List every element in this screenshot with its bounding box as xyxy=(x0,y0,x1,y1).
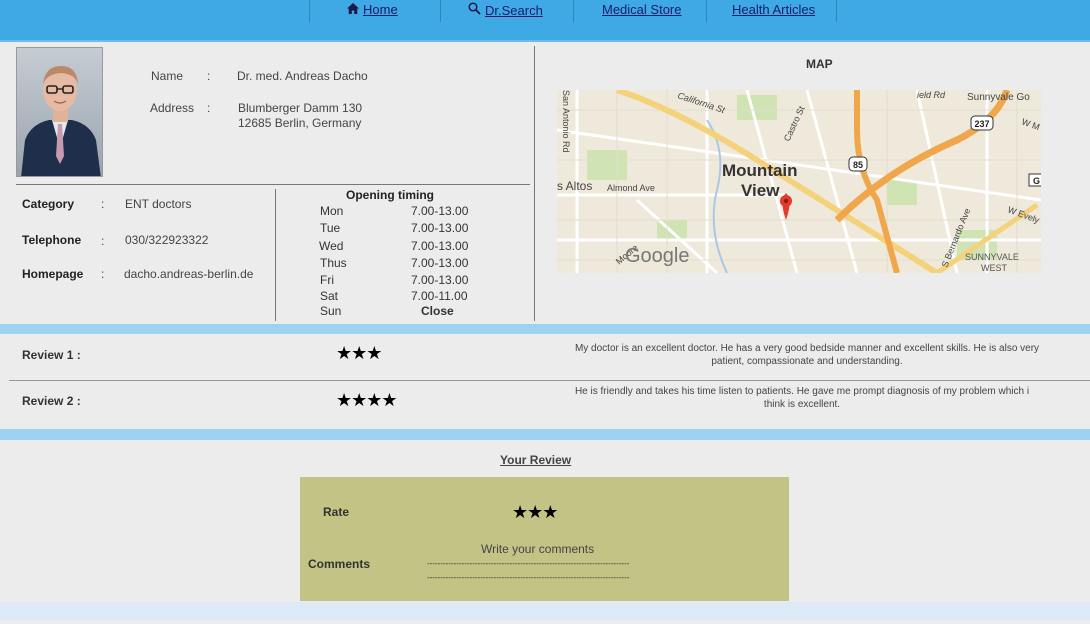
nav-medical-store-link[interactable]: Medical Store xyxy=(602,2,681,17)
timing-day: Mon xyxy=(320,204,344,218)
telephone-colon: : xyxy=(101,234,105,248)
nav-home-link[interactable]: Home xyxy=(347,2,398,17)
review-2-text-line-1: He is friendly and takes his time listen… xyxy=(574,386,1030,397)
timing-day: Sat xyxy=(320,289,339,303)
timing-hours: 7.00-13.00 xyxy=(411,221,469,235)
svg-text:ield Rd: ield Rd xyxy=(917,90,946,100)
timing-hours: 7.00-13.00 xyxy=(411,239,469,253)
svg-text:85: 85 xyxy=(853,160,863,170)
name-colon: : xyxy=(207,69,211,83)
name-label: Name xyxy=(151,69,184,83)
review-2-text: He is friendly and takes his time listen… xyxy=(537,385,1067,411)
category-colon: : xyxy=(101,197,105,211)
homepage-label: Homepage xyxy=(22,267,84,281)
home-icon xyxy=(347,2,359,17)
opening-timing-title: Opening timing xyxy=(346,188,434,202)
review-1-stars: ★★★ xyxy=(336,343,382,363)
nav-search-label: Dr.Search xyxy=(485,3,543,18)
divider xyxy=(16,184,530,185)
timing-hours: 7.00-13.00 xyxy=(411,273,469,287)
svg-text:View: View xyxy=(741,181,780,200)
review-2-stars: ★★★★ xyxy=(336,390,398,410)
svg-text:Almond Ave: Almond Ave xyxy=(607,183,655,193)
category-value: ENT doctors xyxy=(125,197,192,211)
address-line-2: 12685 Berlin, Germany xyxy=(238,116,362,130)
timing-hours: 7.00-13.00 xyxy=(411,204,469,218)
address-line-1: Blumberger Damm 130 xyxy=(238,101,363,115)
review-2-label: Review 2 : xyxy=(22,394,81,408)
review-form: Rate ★★★ Comments Write your comments --… xyxy=(300,477,789,601)
divider xyxy=(534,46,535,321)
svg-text:SUNNYVALE: SUNNYVALE xyxy=(965,252,1019,262)
svg-text:WEST: WEST xyxy=(981,263,1008,273)
timing-day: Wed xyxy=(319,239,344,253)
footer-bar xyxy=(0,602,1090,620)
review-1-text-line-2: patient, compassionate and understanding… xyxy=(711,356,903,367)
top-nav: Home Dr.Search Medical Store Health Arti… xyxy=(0,0,1090,42)
separator-bar xyxy=(0,429,1090,440)
nav-search-link[interactable]: Dr.Search xyxy=(468,2,543,18)
address-label: Address xyxy=(150,101,195,115)
comments-label: Comments xyxy=(308,557,371,571)
homepage-colon: : xyxy=(101,267,105,281)
review-1-text-line-1: My doctor is an excellent doctor. He has… xyxy=(574,343,1040,354)
divider xyxy=(275,189,276,321)
timing-day: Thus xyxy=(320,256,347,270)
rate-stars-input[interactable]: ★★★ xyxy=(512,502,558,523)
timing-hours: Close xyxy=(421,304,454,318)
svg-text:Sunnyvale Go: Sunnyvale Go xyxy=(967,92,1030,103)
nav-separator xyxy=(309,0,310,22)
telephone-label: Telephone xyxy=(22,233,82,247)
separator-bar xyxy=(0,324,1090,334)
svg-text:San Antonio Rd: San Antonio Rd xyxy=(561,90,571,153)
address-colon: : xyxy=(207,101,211,115)
rate-label: Rate xyxy=(323,505,350,519)
timing-day: Sun xyxy=(320,304,342,318)
timing-hours: 7.00-13.00 xyxy=(411,256,469,270)
review-2-text-line-2: think is excellent. xyxy=(763,399,841,410)
nav-separator xyxy=(573,0,574,22)
svg-text:s Altos: s Altos xyxy=(557,179,592,193)
nav-separator xyxy=(706,0,707,22)
homepage-value[interactable]: dacho.andreas-berlin.de xyxy=(124,267,253,281)
location-map[interactable]: 237 85 G Mountain View s Altos Almond Av… xyxy=(557,90,1041,273)
svg-text:G: G xyxy=(1033,176,1040,186)
timing-hours: 7.00-11.00 xyxy=(411,289,468,303)
search-icon xyxy=(468,2,481,18)
svg-text:237: 237 xyxy=(974,119,989,129)
timing-day: Tue xyxy=(320,221,341,235)
timing-day: Fri xyxy=(320,273,334,287)
svg-text:Mountain: Mountain xyxy=(722,161,798,180)
divider xyxy=(9,380,1090,381)
comments-input-line[interactable]: ----------------------------------------… xyxy=(427,573,658,582)
nav-separator xyxy=(836,0,837,22)
doctor-name: Dr. med. Andreas Dacho xyxy=(237,69,368,83)
your-review-title: Your Review xyxy=(500,453,572,467)
comments-placeholder[interactable]: Write your comments xyxy=(481,542,594,556)
review-1-text: My doctor is an excellent doctor. He has… xyxy=(537,342,1077,368)
nav-health-articles-link[interactable]: Health Articles xyxy=(732,2,815,17)
svg-text:Google: Google xyxy=(625,245,690,267)
category-label: Category xyxy=(22,197,75,211)
map-title: MAP xyxy=(806,57,833,71)
comments-input-line[interactable]: ----------------------------------------… xyxy=(427,559,658,568)
telephone-value: 030/322923322 xyxy=(125,233,209,247)
doctor-photo xyxy=(16,47,103,177)
review-1-label: Review 1 : xyxy=(22,348,81,362)
nav-separator xyxy=(440,0,441,22)
nav-home-label: Home xyxy=(363,2,398,17)
